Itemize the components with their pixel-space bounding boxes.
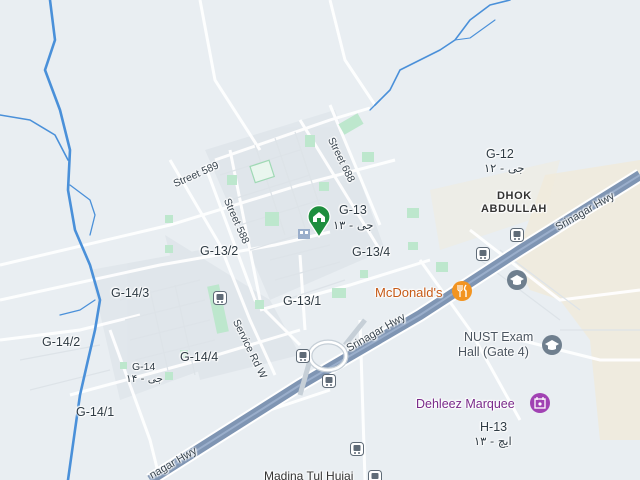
sector-label-h13: H-13 — [480, 420, 508, 434]
sector-label-g14-urdu: جی - ۱۴ — [126, 373, 163, 385]
sector-label-h13-urdu: ایچ - ۱۳ — [474, 434, 512, 448]
graduation-cap-icon[interactable] — [506, 269, 528, 291]
sector-label-g14: G-14 — [132, 361, 156, 373]
sector-label-g13-2: G-13/2 — [200, 244, 239, 258]
graduation-cap-icon[interactable] — [541, 334, 563, 356]
bus-stop-icon[interactable] — [510, 228, 524, 242]
bus-stop-icon[interactable] — [322, 374, 336, 388]
bus-stop-icon[interactable] — [213, 291, 227, 305]
sector-label-g14-3: G-14/3 — [111, 286, 150, 300]
poi-label-mcdonalds[interactable]: McDonald's — [375, 286, 443, 299]
sector-label-g13-urdu: جی - ۱۳ — [333, 218, 374, 232]
fork-knife-icon[interactable] — [451, 280, 473, 302]
poi-label-nust-line2[interactable]: Hall (Gate 4) — [458, 346, 529, 359]
bus-stop-icon[interactable] — [368, 470, 382, 480]
place-label-dhok-line1: DHOK — [497, 190, 532, 202]
sector-label-g13-1: G-13/1 — [283, 294, 322, 308]
sector-label-g13: G-13 — [339, 203, 367, 217]
poi-label-nust-line1[interactable]: NUST Exam — [464, 331, 533, 344]
sector-label-g14-2: G-14/2 — [42, 335, 81, 349]
calendar-star-icon[interactable] — [529, 392, 551, 414]
sector-label-g12-urdu: جی - ۱۲ — [484, 161, 525, 175]
sector-label-g14-4: G-14/4 — [180, 350, 219, 364]
place-label-dhok-line2: ABDULLAH — [481, 203, 547, 215]
poi-label-dehleez-marquee[interactable]: Dehleez Marquee — [416, 398, 515, 411]
sector-label-g13-4: G-13/4 — [352, 245, 391, 259]
home-pin-icon[interactable] — [306, 204, 332, 238]
sector-label-g14-1: G-14/1 — [76, 405, 115, 419]
bus-stop-icon[interactable] — [296, 349, 310, 363]
bus-stop-icon[interactable] — [350, 442, 364, 456]
bus-stop-icon[interactable] — [476, 247, 490, 261]
sector-label-g12: G-12 — [486, 147, 514, 161]
place-label-madina-tul-hujaj[interactable]: Madina Tul Hujaj — [264, 470, 353, 480]
map-canvas[interactable]: G-12 جی - ۱۲ G-13 جی - ۱۳ G-13/2 G-13/4 … — [0, 0, 640, 480]
